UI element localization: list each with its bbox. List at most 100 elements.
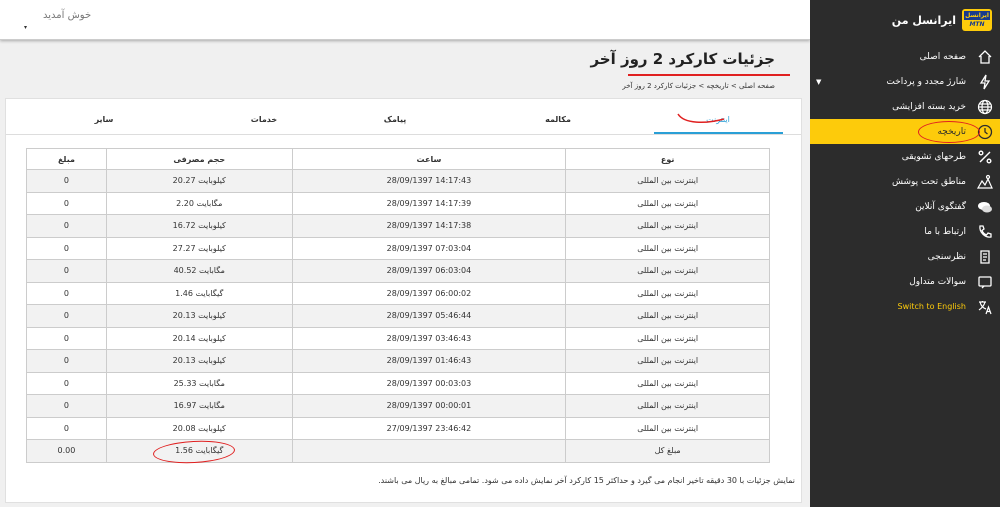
header-volume: حجم مصرفی — [105, 148, 293, 170]
time-cell: 28/09/1397 07:03:04 — [291, 236, 567, 260]
faq-icon — [976, 273, 994, 291]
table-row: 0 20.13 کیلوبایت 28/09/1397 05:46:44 اینترن… — [26, 304, 770, 328]
volume-cell: 27.27 کیلوبایت — [105, 236, 293, 260]
sidebar-item-home[interactable]: صفحه اصلی — [810, 44, 1000, 69]
annotation-underline-tab — [677, 113, 725, 124]
type-cell: اینترنت بین المللی — [565, 191, 770, 215]
table-row: 0 20.13 کیلوبایت 28/09/1397 01:46:43 اینترن… — [26, 349, 770, 373]
sidebar-item-faq[interactable]: سوالات متداول — [810, 269, 1000, 294]
table-row: 0 40.52 مگابایت 28/09/1397 06:03:04 اینترنت… — [26, 259, 770, 283]
tab-services[interactable]: خدمات — [251, 115, 277, 124]
type-cell: اینترنت بین المللی — [565, 281, 770, 305]
welcome-text: خوش آمدید — [43, 10, 92, 21]
switch-language-link[interactable]: Switch to English — [810, 294, 1000, 319]
table-row: 0 20.14 کیلوبایت 28/09/1397 03:46:43 اینترن… — [26, 326, 770, 350]
usage-card: اینترنت مکالمه پیامک خدمات سایر مبلغ حجم… — [5, 98, 802, 503]
sidebar-item-survey[interactable]: نظرسنجی — [810, 244, 1000, 269]
page-title: جزئیات کارکرد 2 روز آخر — [590, 50, 775, 68]
type-cell: اینترنت بین المللی — [565, 304, 770, 328]
sidebar: ایرانسل من ایرانسل MTN صفحه اصلی ▼ شارژ … — [810, 0, 1000, 507]
time-cell: 28/09/1397 05:46:44 — [291, 304, 567, 328]
tab-calls[interactable]: مکالمه — [545, 115, 571, 124]
amount-cell: 0 — [26, 349, 107, 373]
volume-cell: 25.33 مگابایت — [105, 371, 293, 395]
table-row: 0 16.97 مگابایت 28/09/1397 00:00:01 اینترنت… — [26, 394, 770, 418]
table-row: 0 25.33 مگابایت 28/09/1397 00:03:03 اینترنت… — [26, 371, 770, 395]
total-row: 0.00 1.56 گیگابایت مبلغ کل — [26, 439, 770, 463]
type-cell: اینترنت بین المللی — [565, 326, 770, 350]
amount-cell: 0 — [26, 191, 107, 215]
globe-icon — [976, 98, 994, 116]
user-dropdown[interactable]: ▾ — [24, 24, 27, 31]
brand-name: ایرانسل من — [891, 13, 956, 27]
top-bar: خوش آمدید ▾ — [0, 0, 810, 40]
sidebar-item-history[interactable]: تاریخچه — [810, 119, 1000, 144]
sidebar-item-label: نظرسنجی — [927, 251, 966, 262]
annotation-underline — [628, 74, 790, 76]
volume-cell: 20.14 کیلوبایت — [105, 326, 293, 350]
amount-cell: 0 — [26, 416, 107, 440]
sidebar-item-label: گفتگوی آنلاین — [915, 201, 966, 212]
type-cell: اینترنت بین المللی — [565, 259, 770, 283]
chat-icon — [976, 198, 994, 216]
table-row: 0 16.72 کیلوبایت 28/09/1397 14:17:38 اینترن… — [26, 214, 770, 238]
active-tab-indicator — [654, 132, 783, 134]
type-cell: اینترنت بین المللی — [565, 371, 770, 395]
sidebar-item-coverage[interactable]: مناطق تحت پوشش — [810, 169, 1000, 194]
sidebar-item-contact[interactable]: ارتباط با ما — [810, 219, 1000, 244]
sidebar-item-online-chat[interactable]: گفتگوی آنلاین — [810, 194, 1000, 219]
time-cell: 28/09/1397 03:46:43 — [291, 326, 567, 350]
type-cell: اینترنت بین المللی — [565, 416, 770, 440]
sidebar-item-label: صفحه اصلی — [919, 51, 966, 62]
sidebar-item-label: ارتباط با ما — [924, 226, 966, 237]
usage-table: مبلغ حجم مصرفی ساعت نوع 0 20.27 کیلوبایت 2… — [26, 148, 770, 463]
time-cell: 28/09/1397 14:17:43 — [291, 169, 567, 193]
amount-cell: 0 — [26, 394, 107, 418]
time-cell: 27/09/1397 23:46:42 — [291, 416, 567, 440]
amount-cell: 0 — [26, 326, 107, 350]
amount-cell: 0 — [26, 259, 107, 283]
time-cell: 28/09/1397 14:17:38 — [291, 214, 567, 238]
survey-icon — [976, 248, 994, 266]
brand[interactable]: ایرانسل من ایرانسل MTN — [810, 0, 1000, 40]
table-row: 0 20.08 کیلوبایت 27/09/1397 23:46:42 اینترن… — [26, 416, 770, 440]
volume-cell: 20.13 کیلوبایت — [105, 349, 293, 373]
translate-icon — [976, 298, 994, 316]
header-time: ساعت — [291, 148, 567, 170]
tab-sms[interactable]: پیامک — [384, 115, 406, 124]
volume-cell: 20.08 کیلوبایت — [105, 416, 293, 440]
sidebar-item-label: طرحهای تشویقی — [901, 151, 966, 162]
sidebar-item-label: خرید بسته افزایشی — [892, 101, 966, 112]
total-amount: 0.00 — [26, 439, 107, 463]
type-cell: اینترنت بین المللی — [565, 394, 770, 418]
volume-cell: 20.13 کیلوبایت — [105, 304, 293, 328]
type-cell: اینترنت بین المللی — [565, 349, 770, 373]
amount-cell: 0 — [26, 281, 107, 305]
amount-cell: 0 — [26, 236, 107, 260]
table-row: 0 27.27 کیلوبایت 28/09/1397 07:03:04 اینترن… — [26, 236, 770, 260]
time-cell: 28/09/1397 00:00:01 — [291, 394, 567, 418]
sidebar-item-label: Switch to English — [897, 302, 966, 311]
type-cell: اینترنت بین المللی — [565, 236, 770, 260]
total-empty-cell — [291, 439, 567, 463]
sidebar-item-promotions[interactable]: طرحهای تشویقی — [810, 144, 1000, 169]
volume-cell: 1.46 گیگابایت — [105, 281, 293, 305]
time-cell: 28/09/1397 06:00:02 — [291, 281, 567, 305]
time-cell: 28/09/1397 06:03:04 — [291, 259, 567, 283]
annotation-circle — [918, 121, 980, 143]
time-cell: 28/09/1397 01:46:43 — [291, 349, 567, 373]
type-cell: اینترنت بین المللی — [565, 169, 770, 193]
volume-cell: 16.72 کیلوبایت — [105, 214, 293, 238]
time-cell: 28/09/1397 14:17:39 — [291, 191, 567, 215]
irancell-logo: ایرانسل MTN — [962, 9, 992, 31]
sidebar-item-packages[interactable]: خرید بسته افزایشی — [810, 94, 1000, 119]
tab-other[interactable]: سایر — [95, 115, 114, 124]
total-label: مبلغ کل — [565, 439, 770, 463]
table-row: 0 20.27 کیلوبایت 28/09/1397 14:17:43 اینترن… — [26, 169, 770, 193]
amount-cell: 0 — [26, 214, 107, 238]
map-icon — [976, 173, 994, 191]
type-cell: اینترنت بین المللی — [565, 214, 770, 238]
bolt-icon — [976, 73, 994, 91]
sidebar-item-recharge[interactable]: ▼ شارژ مجدد و پرداخت — [810, 69, 1000, 94]
volume-cell: 40.52 مگابایت — [105, 259, 293, 283]
